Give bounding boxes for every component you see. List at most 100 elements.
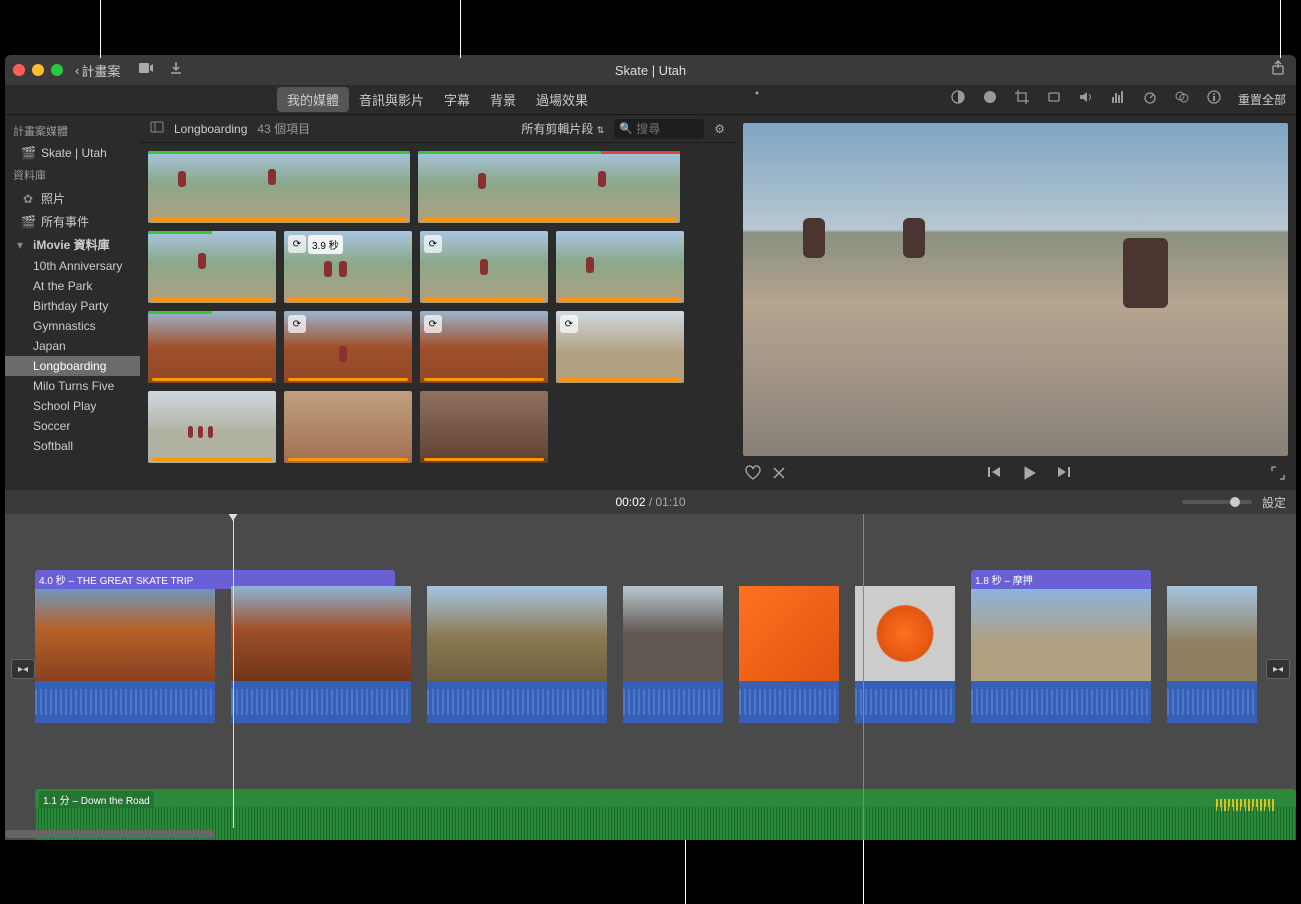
timeline-clip[interactable]: [231, 586, 411, 746]
sidebar-event[interactable]: At the Park: [5, 276, 140, 296]
audio-track: 1.1 分 – Down the Road: [35, 789, 1296, 840]
media-clip[interactable]: [284, 391, 412, 463]
clip-grid[interactable]: ⟳3.9 秒 ⟳ ⟳ ⟳ ⟳: [140, 143, 735, 490]
tab-titles[interactable]: 字幕: [434, 87, 480, 112]
media-clip[interactable]: [148, 231, 276, 303]
sidebar-photos[interactable]: ✿ 照片: [5, 187, 140, 210]
reject-icon[interactable]: [771, 465, 787, 486]
clapperboard-icon: 🎬: [21, 215, 35, 229]
loading-icon: ⟳: [424, 235, 442, 253]
zoom-slider[interactable]: [1182, 500, 1252, 504]
sidebar-event[interactable]: Softball: [5, 436, 140, 456]
reset-all-button[interactable]: 重置全部: [1238, 91, 1286, 108]
zoom-knob[interactable]: [1230, 497, 1240, 507]
filter-dropdown[interactable]: 所有剪輯片段 ⇅: [521, 120, 604, 137]
media-clip[interactable]: [420, 391, 548, 463]
search-field[interactable]: 🔍: [614, 119, 704, 139]
media-clip[interactable]: [148, 151, 410, 223]
timeline-clip[interactable]: [1167, 586, 1257, 746]
marker-line: [863, 514, 864, 840]
audio-clip[interactable]: 1.1 分 – Down the Road: [35, 789, 1296, 840]
loading-icon: ⟳: [560, 315, 578, 333]
tab-audio-video[interactable]: 音訊與影片: [349, 87, 434, 112]
timeline-clip[interactable]: 4.0 秒 – THE GREAT SKATE TRIP: [35, 586, 215, 746]
window-title: Skate | Utah: [615, 63, 686, 78]
media-clip[interactable]: [556, 231, 684, 303]
enhance-icon[interactable]: [745, 89, 761, 110]
tab-my-media[interactable]: 我的媒體: [277, 87, 349, 112]
all-events-label: 所有事件: [41, 213, 89, 230]
media-clip[interactable]: ⟳: [556, 311, 684, 383]
title-clip-label[interactable]: 1.8 秒 – 摩押: [971, 570, 1151, 589]
sidebar-event[interactable]: Milo Turns Five: [5, 376, 140, 396]
speed-icon[interactable]: [1142, 89, 1158, 110]
transition-start-icon[interactable]: ▸◂: [11, 659, 35, 679]
horizontal-scrollbar[interactable]: [5, 830, 215, 838]
loading-icon: ⟳: [288, 235, 306, 253]
timeline-clip[interactable]: [427, 586, 607, 746]
timeline-clip[interactable]: [739, 586, 839, 746]
updown-icon: ⇅: [597, 125, 605, 135]
prev-button[interactable]: [986, 464, 1002, 487]
media-import-icon[interactable]: [138, 60, 154, 81]
sidebar-toggle-icon[interactable]: [150, 120, 164, 137]
back-label: 計畫案: [81, 61, 120, 80]
color-balance-icon[interactable]: [950, 89, 966, 110]
equalizer-icon[interactable]: [1110, 89, 1126, 110]
play-button[interactable]: [1020, 464, 1038, 487]
stabilize-icon[interactable]: [1046, 89, 1062, 110]
sidebar-event-selected[interactable]: Longboarding: [5, 356, 140, 376]
import-download-icon[interactable]: [168, 60, 184, 81]
sidebar-event[interactable]: Gymnastics: [5, 316, 140, 336]
next-button[interactable]: [1056, 464, 1072, 487]
sidebar-event[interactable]: School Play: [5, 396, 140, 416]
sidebar-event[interactable]: Soccer: [5, 416, 140, 436]
project-name-label: Skate | Utah: [41, 146, 107, 160]
timeline-clip[interactable]: [623, 586, 723, 746]
sidebar-all-events[interactable]: 🎬 所有事件: [5, 210, 140, 233]
sidebar-event[interactable]: Japan: [5, 336, 140, 356]
library-header: 資料庫: [5, 163, 140, 187]
media-clip[interactable]: [418, 151, 680, 223]
clip-count: 43 個項目: [257, 120, 310, 137]
back-to-projects-button[interactable]: ‹ 計畫案: [75, 61, 120, 80]
window-close-button[interactable]: [13, 64, 25, 76]
preview-viewer: [735, 115, 1296, 490]
crop-icon[interactable]: [1014, 89, 1030, 110]
media-clip[interactable]: ⟳3.9 秒: [284, 231, 412, 303]
media-clip[interactable]: ⟳: [284, 311, 412, 383]
color-wheel-icon[interactable]: [982, 89, 998, 110]
project-media-header: 計畫案媒體: [5, 119, 140, 143]
filter-icon[interactable]: [1174, 89, 1190, 110]
tab-backgrounds[interactable]: 背景: [480, 87, 526, 112]
timecode: 00:02 / 01:10: [615, 495, 685, 509]
sidebar-imovie-library[interactable]: ▾ iMovie 資料庫: [5, 233, 140, 256]
sidebar-project-item[interactable]: 🎬 Skate | Utah: [5, 143, 140, 163]
favorite-icon[interactable]: [745, 465, 761, 486]
media-clip[interactable]: [148, 391, 276, 463]
loading-icon: ⟳: [288, 315, 306, 333]
sidebar-event[interactable]: Birthday Party: [5, 296, 140, 316]
timeline[interactable]: ▸◂ 4.0 秒 – THE GREAT SKATE TRIP 1.8 秒 – …: [5, 514, 1296, 840]
timeline-clip[interactable]: 1.8 秒 – 摩押: [971, 586, 1151, 746]
fullscreen-icon[interactable]: [1270, 468, 1286, 485]
timeline-clip[interactable]: [855, 586, 955, 746]
gear-icon[interactable]: ⚙: [714, 122, 725, 136]
transition-end-icon[interactable]: ▸◂: [1266, 659, 1290, 679]
share-button[interactable]: [1270, 60, 1286, 81]
window-zoom-button[interactable]: [51, 64, 63, 76]
media-clip[interactable]: ⟳: [420, 311, 548, 383]
disclosure-triangle-icon[interactable]: ▾: [13, 238, 27, 252]
audio-clip-label: 1.1 分 – Down the Road: [39, 791, 154, 808]
playhead[interactable]: [233, 514, 234, 828]
media-clip[interactable]: [148, 311, 276, 383]
window-minimize-button[interactable]: [32, 64, 44, 76]
sidebar-event[interactable]: 10th Anniversary: [5, 256, 140, 276]
media-clip[interactable]: ⟳: [420, 231, 548, 303]
settings-button[interactable]: 設定: [1262, 494, 1286, 511]
tab-transitions[interactable]: 過場效果: [526, 87, 598, 112]
volume-icon[interactable]: [1078, 89, 1094, 110]
info-icon[interactable]: [1206, 89, 1222, 110]
viewer-canvas[interactable]: [743, 123, 1288, 456]
flower-icon: ✿: [21, 192, 35, 206]
